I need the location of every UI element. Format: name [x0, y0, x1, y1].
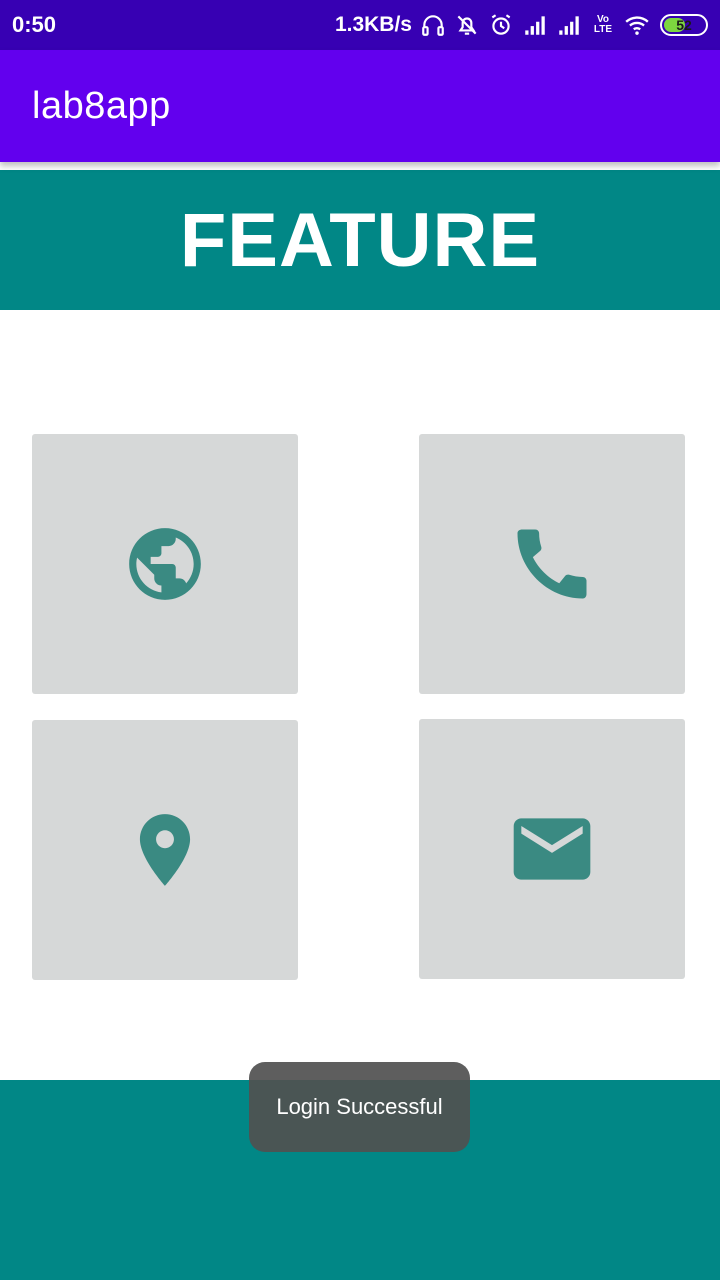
alarm-icon — [488, 12, 514, 38]
phone-tile[interactable] — [419, 434, 685, 694]
signal-icon — [522, 12, 548, 38]
feature-banner: FEATURE — [0, 170, 720, 310]
globe-icon — [129, 528, 201, 600]
headphones-icon — [420, 12, 446, 38]
app-title: lab8app — [32, 84, 171, 127]
location-tile[interactable] — [32, 720, 298, 980]
battery-level: 52 — [676, 17, 692, 33]
notifications-off-icon — [454, 12, 480, 38]
app-bar: lab8app — [0, 50, 720, 162]
location-pin-icon — [139, 814, 191, 886]
mail-tile[interactable] — [419, 719, 685, 979]
wifi-icon — [624, 12, 650, 38]
signal-icon — [556, 12, 582, 38]
toast: Login Successful — [249, 1062, 470, 1152]
phone-icon — [517, 529, 587, 599]
network-speed: 1.3KB/s — [334, 13, 412, 36]
toast-message: Login Successful — [276, 1094, 443, 1119]
status-bar: 0:50 1.3KB/s Vo LTE 52 — [0, 0, 720, 50]
volte-icon: Vo LTE — [593, 14, 613, 35]
globe-tile[interactable] — [32, 434, 298, 694]
feature-title: FEATURE — [179, 197, 541, 283]
status-time: 0:50 — [12, 12, 57, 37]
mail-icon — [513, 818, 591, 880]
battery-icon: 52 — [660, 14, 708, 36]
status-icons: 1.3KB/s Vo LTE 52 — [335, 12, 708, 38]
